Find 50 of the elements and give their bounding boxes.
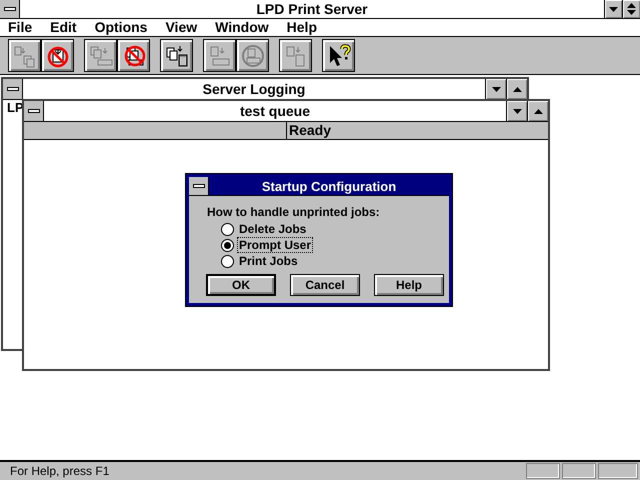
system-menu-button[interactable] xyxy=(24,101,44,121)
minus-bar-icon xyxy=(192,184,204,188)
radio-button[interactable] xyxy=(221,222,234,236)
toolbar-button[interactable] xyxy=(160,39,193,72)
radio-option[interactable]: Delete Jobs xyxy=(221,221,449,237)
window-title: LPD Print Server xyxy=(255,0,369,18)
minus-bar-icon xyxy=(28,109,40,113)
up-triangle-icon xyxy=(534,108,542,114)
menu-item[interactable]: File xyxy=(2,19,38,36)
menu-item[interactable]: Edit xyxy=(44,19,83,36)
menu-item[interactable]: Options xyxy=(88,19,154,36)
menu-item[interactable]: Help xyxy=(280,19,323,36)
down-triangle-icon xyxy=(512,108,522,114)
radio-option[interactable]: Prompt User xyxy=(221,237,449,253)
minus-bar-icon xyxy=(6,87,18,91)
up-triangle-icon xyxy=(512,86,522,92)
status-panel xyxy=(526,463,560,479)
minus-bar-icon xyxy=(4,7,16,11)
minimize-button[interactable] xyxy=(604,0,622,18)
dialog-button[interactable]: OK xyxy=(206,274,276,296)
minimize-button[interactable] xyxy=(485,79,506,99)
dialog-title: Startup Configuration xyxy=(260,178,398,195)
status-text: For Help, press F1 xyxy=(9,463,110,480)
up-down-triangles-icon xyxy=(627,3,636,15)
system-menu-button[interactable] xyxy=(3,79,23,99)
dialog-button[interactable]: Help xyxy=(374,274,444,296)
minimize-button[interactable] xyxy=(506,101,527,121)
menu-item[interactable]: View xyxy=(159,19,204,36)
status-panel xyxy=(562,463,596,479)
window-title: test queue xyxy=(238,102,311,121)
toolbar-button[interactable] xyxy=(41,39,74,72)
toolbar-button[interactable] xyxy=(117,39,150,72)
toolbar-button[interactable] xyxy=(322,39,355,72)
maximize-button[interactable] xyxy=(527,101,548,121)
dialog-button[interactable]: Cancel xyxy=(290,274,360,296)
column-header: Ready xyxy=(288,122,332,139)
prompt-text: How to handle unprinted jobs: xyxy=(207,205,381,219)
window-title: Server Logging xyxy=(202,80,306,99)
system-menu-button[interactable] xyxy=(0,0,20,18)
menu-item[interactable]: Window xyxy=(209,19,275,36)
down-triangle-icon xyxy=(492,86,500,92)
radio-button[interactable] xyxy=(221,254,234,268)
radio-option[interactable]: Print Jobs xyxy=(221,253,449,269)
down-triangle-icon xyxy=(609,6,618,12)
maximize-button[interactable] xyxy=(622,0,640,18)
maximize-button[interactable] xyxy=(506,79,527,99)
status-panel xyxy=(598,463,638,479)
system-menu-button[interactable] xyxy=(189,177,209,195)
printer-circle-icon xyxy=(240,42,266,68)
radio-button[interactable] xyxy=(221,238,234,252)
